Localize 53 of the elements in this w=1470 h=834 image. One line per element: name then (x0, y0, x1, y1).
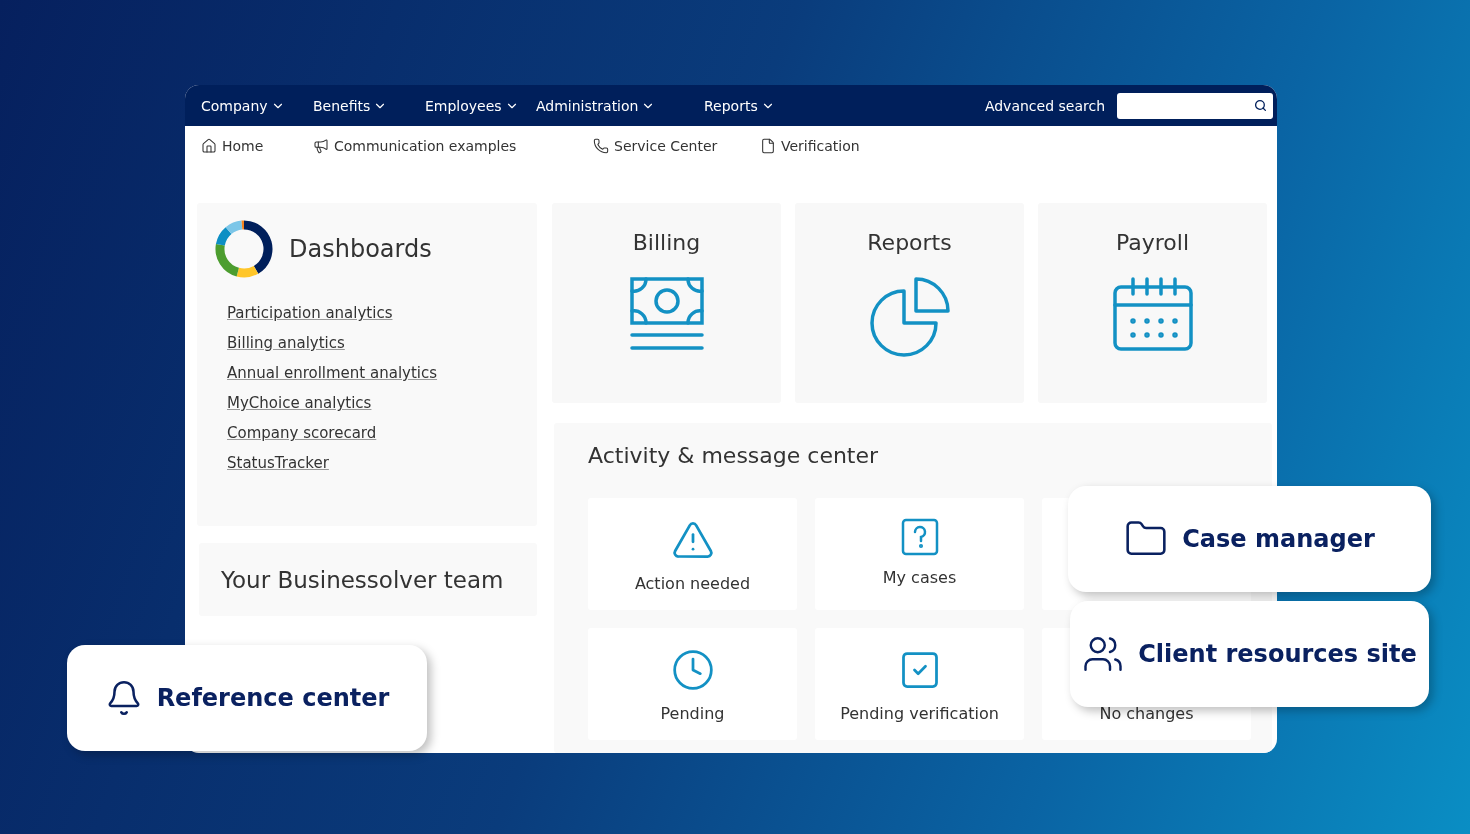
dashboard-link[interactable]: MyChoice analytics (227, 394, 372, 412)
dashboard-link[interactable]: Company scorecard (227, 424, 377, 442)
callout-tooltip[interactable]: Reference center (67, 645, 427, 751)
tile-title: Payroll (1116, 230, 1189, 255)
activity-tile[interactable]: My cases (815, 498, 1024, 610)
tile-title: Reports (867, 230, 952, 255)
callout-title: Case manager (1182, 525, 1375, 553)
phone-icon (593, 137, 609, 154)
nav-menu[interactable]: Employees (425, 97, 519, 114)
shortcut-link[interactable]: Service Center (593, 137, 718, 154)
activity-tile[interactable]: Pending verification (815, 628, 1024, 740)
banknote-icon (629, 277, 704, 351)
nav-menu[interactable]: Company (201, 97, 285, 114)
callout-title: Client resources site (1138, 640, 1417, 668)
callout-title: Reference center (156, 684, 390, 712)
shortcut-link[interactable]: Verification (760, 137, 860, 154)
tile-title: Billing (632, 230, 701, 255)
activity-label: My cases (882, 568, 957, 587)
feature-tile[interactable]: Reports (795, 203, 1024, 403)
donut-chart-icon (215, 220, 273, 278)
feature-tile[interactable]: Billing (552, 203, 781, 403)
megaphone-icon (313, 137, 329, 154)
activity-label: No changes (1099, 704, 1194, 723)
activity-label: Action needed (634, 574, 751, 593)
search-field[interactable] (1117, 92, 1273, 119)
dashboard-link[interactable]: Annual enrollment analytics (227, 364, 438, 382)
question-mark-icon (900, 518, 939, 556)
shortcut-link[interactable]: Communication examples (313, 137, 517, 154)
nav-menu[interactable]: Benefits (313, 97, 388, 114)
shortcut-link[interactable]: Home (201, 137, 264, 154)
team-panel[interactable]: Your Businessolver team (199, 543, 537, 616)
nav-menu[interactable]: Reports (704, 97, 775, 114)
activity-title: Activity & message center (588, 443, 880, 468)
activity-label: Pending (660, 704, 725, 723)
dashboard-link[interactable]: StatusTracker (227, 454, 329, 472)
activity-tile[interactable]: Pending (588, 628, 797, 740)
calendar-icon (1112, 277, 1193, 351)
activity-tile[interactable]: Action needed (588, 498, 797, 610)
team-title: Your Businessolver team (221, 566, 504, 593)
clock-icon (670, 648, 715, 692)
activity-label: Pending verification (840, 704, 999, 723)
dashboard-link[interactable]: Participation analytics (227, 304, 393, 322)
callout-tooltip[interactable]: Case manager (1068, 486, 1431, 592)
advanced-search-label: Advanced search (984, 97, 1105, 114)
home-icon (201, 137, 217, 154)
feature-tile[interactable]: Payroll (1038, 203, 1267, 403)
dashboard-link[interactable]: Billing analytics (227, 334, 345, 352)
callout-tooltip[interactable]: Client resources site (1070, 601, 1429, 707)
nav-menu[interactable]: Administration (536, 97, 656, 114)
dashboards-title: Dashboards (289, 235, 432, 263)
search-icon (1254, 99, 1267, 112)
document-icon (760, 137, 776, 154)
pie-chart-icon (869, 277, 950, 357)
